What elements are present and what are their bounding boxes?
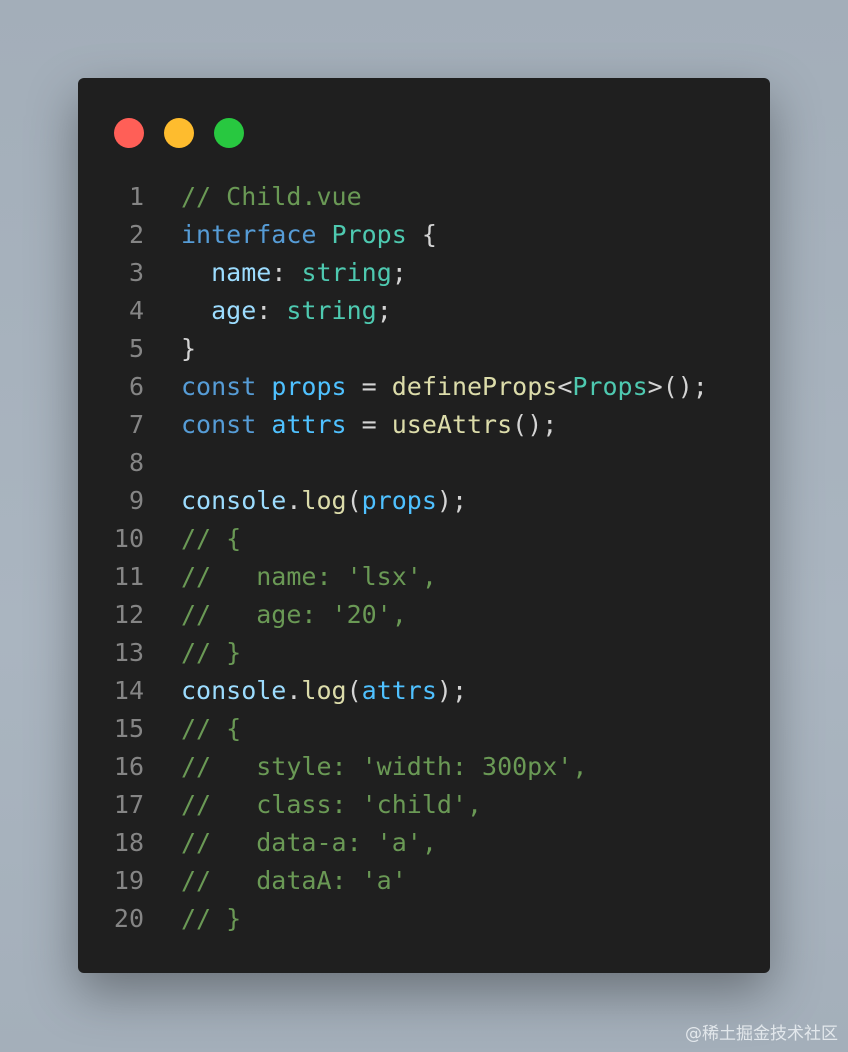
- code-token: // style: 'width: 300px',: [181, 752, 588, 781]
- code-token: // {: [181, 714, 242, 743]
- line-number: 7: [128, 410, 144, 439]
- line-text: const props = defineProps<Props>();: [181, 368, 708, 406]
- code-token: .: [286, 486, 302, 515]
- code-token: log: [301, 486, 347, 515]
- code-token: props: [361, 486, 437, 515]
- code-token: // Child.vue: [181, 182, 362, 211]
- line-number: 4: [128, 296, 144, 325]
- code-window: 1// Child.vue 2 interface Props {3 name: s…: [78, 78, 770, 973]
- code-token: interface: [181, 220, 332, 249]
- line-text: name: string;: [181, 254, 407, 292]
- line-text: // }: [181, 634, 241, 672]
- code-token: }: [181, 334, 197, 363]
- code-token: // name: 'lsx',: [181, 562, 437, 591]
- code-token: // dataA: 'a': [181, 866, 407, 895]
- code-token: defineProps: [391, 372, 558, 401]
- code-token: log: [301, 676, 347, 705]
- code-token: ;: [376, 296, 392, 325]
- code-token: .: [286, 676, 302, 705]
- code-token: // }: [181, 904, 242, 933]
- code-token: // {: [181, 524, 242, 553]
- line-number: 1: [128, 182, 144, 211]
- minimize-dot-icon: [164, 118, 194, 148]
- code-token: useAttrs: [391, 410, 513, 439]
- code-token: Props: [331, 220, 407, 249]
- line-text: age: string;: [181, 292, 392, 330]
- code-token: name: [211, 258, 272, 287]
- line-text: const attrs = useAttrs();: [181, 406, 557, 444]
- code-token: >();: [647, 372, 708, 401]
- code-token: ;: [391, 258, 407, 287]
- line-text: // name: 'lsx',: [181, 558, 437, 596]
- line-text: // dataA: 'a': [181, 862, 407, 900]
- code-token: :: [256, 296, 287, 325]
- line-number: 16: [113, 752, 144, 781]
- code-token: (: [346, 676, 362, 705]
- line-number: 10: [113, 524, 144, 553]
- code-token: :: [271, 258, 302, 287]
- watermark: @稀土掘金技术社区: [685, 1024, 838, 1044]
- line-text: // {: [181, 710, 241, 748]
- code-token: <: [557, 372, 573, 401]
- line-text: // data-a: 'a',: [181, 824, 437, 862]
- line-text: // age: '20',: [181, 596, 407, 634]
- line-number: 20: [113, 904, 144, 933]
- code-token: // class: 'child',: [181, 790, 483, 819]
- code-token: ();: [512, 410, 558, 439]
- code-token: (: [346, 486, 362, 515]
- line-number: 12: [113, 600, 144, 629]
- code-token: attrs: [361, 676, 437, 705]
- line-number: 8: [128, 448, 144, 477]
- code-token: const: [181, 410, 272, 439]
- code-token: =: [346, 372, 392, 401]
- line-number: 17: [113, 790, 144, 819]
- code-token: =: [346, 410, 392, 439]
- code-token: console: [181, 486, 287, 515]
- line-number: 11: [113, 562, 144, 591]
- code-token: // }: [181, 638, 242, 667]
- code-token: // data-a: 'a',: [181, 828, 437, 857]
- line-text: // style: 'width: 300px',: [181, 748, 587, 786]
- code-token: console: [181, 676, 287, 705]
- code-token: Props: [572, 372, 648, 401]
- code-token: string: [286, 296, 377, 325]
- line-text: }: [181, 330, 196, 368]
- line-text: console.log(attrs);: [181, 672, 467, 710]
- line-text: // }: [181, 900, 241, 938]
- maximize-dot-icon: [214, 118, 244, 148]
- line-text: // {: [181, 520, 241, 558]
- line-number: 5: [128, 334, 144, 363]
- line-number: 19: [113, 866, 144, 895]
- code-token: const: [181, 372, 272, 401]
- line-number: 15: [113, 714, 144, 743]
- line-text: console.log(props);: [181, 482, 467, 520]
- line-text: // class: 'child',: [181, 786, 482, 824]
- close-dot-icon: [114, 118, 144, 148]
- code-token: age: [211, 296, 257, 325]
- line-number: 9: [128, 486, 144, 515]
- line-number: 18: [113, 828, 144, 857]
- code-token: );: [436, 676, 468, 705]
- line-number: 14: [113, 676, 144, 705]
- line-number: 3: [128, 258, 144, 287]
- line-number: 2: [128, 220, 144, 249]
- code-token: string: [301, 258, 392, 287]
- line-text: // Child.vue: [181, 178, 362, 216]
- line-text: interface Props {: [181, 216, 437, 254]
- line-number: 6: [128, 372, 144, 401]
- code-token: );: [436, 486, 468, 515]
- code-token: {: [406, 220, 437, 249]
- line-number: 13: [113, 638, 144, 667]
- code-token: // age: '20',: [181, 600, 407, 629]
- code-token: attrs: [271, 410, 347, 439]
- code-token: props: [271, 372, 347, 401]
